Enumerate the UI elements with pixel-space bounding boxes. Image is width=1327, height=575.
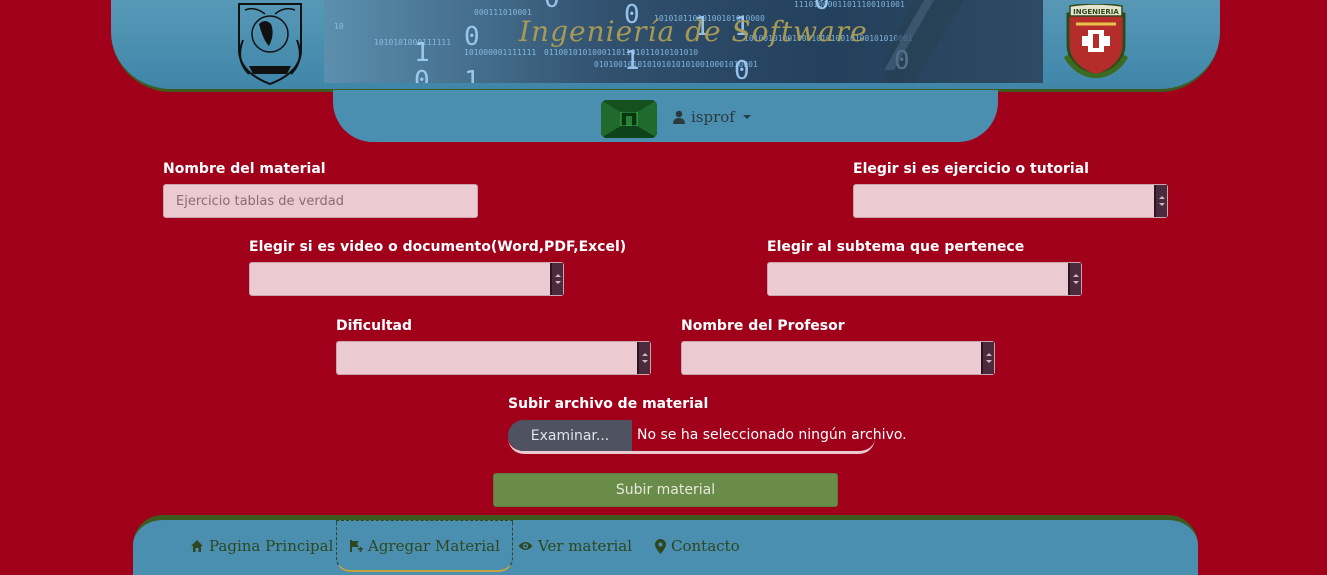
material-name-label: Nombre del material <box>163 161 326 177</box>
banner: 000111010001 10101011010100101010000 101… <box>324 0 1043 83</box>
select-arrow-icon <box>550 263 563 295</box>
unam-shield-icon <box>238 3 302 86</box>
user-menu-dropdown[interactable]: isprof <box>672 108 751 126</box>
select-arrow-icon <box>637 342 650 374</box>
footer-nav: Pagina Principal Agregar Material Ver ma… <box>133 515 1198 575</box>
material-name-input[interactable]: Ejercicio tablas de verdad <box>163 184 478 218</box>
header: 000111010001 10101011010100101010000 101… <box>111 0 1220 92</box>
exercise-type-label: Elegir si es ejercicio o tutorial <box>853 161 1089 177</box>
file-upload-field: Examinar... No se ha seleccionado ningún… <box>508 420 907 454</box>
nav-item-contact[interactable]: Contacto <box>655 520 740 572</box>
nav-item-view-material[interactable]: Ver material <box>518 520 632 572</box>
professor-select[interactable] <box>681 341 995 375</box>
nav-item-add-material[interactable]: Agregar Material <box>336 520 513 572</box>
svg-text:INGENIERIA: INGENIERIA <box>1073 8 1119 16</box>
eye-icon <box>518 542 533 550</box>
home-icon <box>191 540 203 552</box>
banner-title: Ingeniería de Software <box>519 15 868 48</box>
nav-label: Pagina Principal <box>209 537 334 555</box>
nav-label: Agregar Material <box>368 536 500 555</box>
browse-button[interactable]: Examinar... <box>508 420 632 451</box>
select-arrow-icon <box>981 342 994 374</box>
ingenieria-shield-icon: INGENIERIA <box>1063 4 1129 78</box>
page: 000111010001 10101011010100101010000 101… <box>0 0 1327 575</box>
nav-item-home[interactable]: Pagina Principal <box>190 520 333 572</box>
select-arrow-icon <box>1154 185 1167 217</box>
nav-label: Contacto <box>671 537 740 555</box>
flag-add-icon <box>350 539 363 552</box>
avatar[interactable] <box>601 100 657 138</box>
map-marker-icon <box>655 538 666 554</box>
user-icon <box>673 110 685 124</box>
file-status-text: No se ha seleccionado ningún archivo. <box>637 427 907 443</box>
user-bar: isprof <box>333 90 998 142</box>
subtopic-label: Elegir al subtema que pertenece <box>767 239 1025 255</box>
difficulty-label: Dificultad <box>336 318 413 334</box>
media-type-label: Elegir si es video o documento(Word,PDF,… <box>249 239 627 255</box>
submit-material-button[interactable]: Subir material <box>493 473 838 507</box>
media-type-select[interactable] <box>249 262 564 296</box>
chevron-down-icon <box>742 115 751 119</box>
subtopic-select[interactable] <box>767 262 1082 296</box>
professor-label: Nombre del Profesor <box>681 318 845 334</box>
file-upload-label: Subir archivo de material <box>508 396 709 412</box>
exercise-type-select[interactable] <box>853 184 1168 218</box>
nav-label: Ver material <box>538 537 633 555</box>
material-name-placeholder: Ejercicio tablas de verdad <box>176 193 344 209</box>
difficulty-select[interactable] <box>336 341 651 375</box>
username: isprof <box>691 108 735 126</box>
select-arrow-icon <box>1068 263 1081 295</box>
